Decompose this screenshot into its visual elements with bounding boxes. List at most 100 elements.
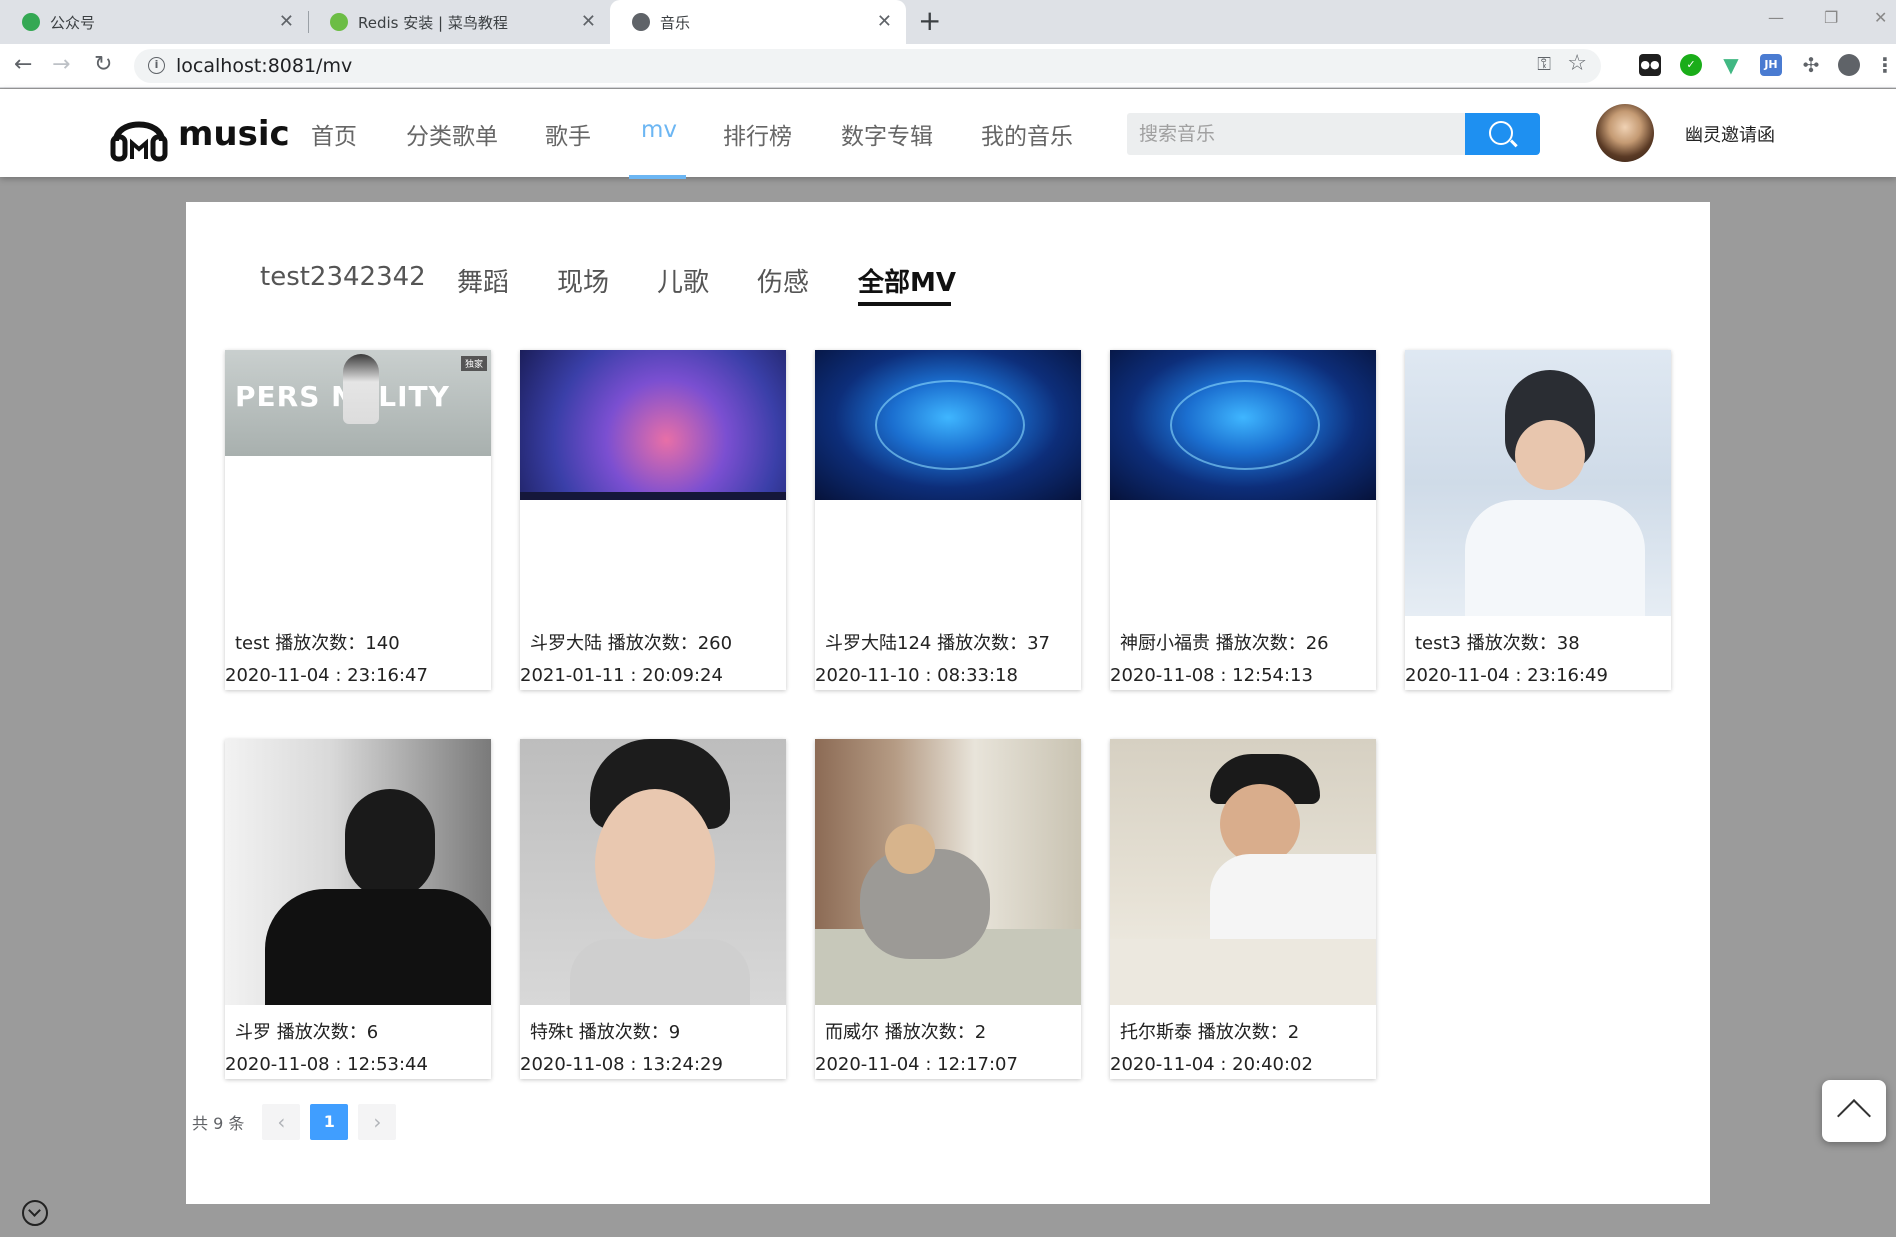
pagination: 共 9 条 ‹ 1 ›: [192, 1104, 406, 1140]
close-tab-icon[interactable]: ✕: [877, 11, 892, 32]
mv-title[interactable]: 斗罗 播放次数：6: [235, 1018, 378, 1044]
chevron-down-circle-icon[interactable]: [22, 1200, 48, 1226]
key-icon[interactable]: ⚿: [1537, 54, 1551, 75]
mv-thumbnail[interactable]: [1110, 350, 1376, 500]
new-tab-button[interactable]: +: [918, 6, 941, 36]
nav-playlists[interactable]: 分类歌单: [406, 117, 498, 151]
user-name[interactable]: 幽灵邀请函: [1685, 121, 1775, 147]
jh-icon[interactable]: JH: [1760, 54, 1782, 76]
close-tab-icon[interactable]: ✕: [581, 11, 596, 32]
globe-icon: [632, 13, 650, 31]
mv-title[interactable]: test 播放次数：140: [235, 629, 400, 655]
nav-digital-albums[interactable]: 数字专辑: [841, 117, 933, 151]
mv-thumbnail[interactable]: [815, 739, 1081, 1005]
mv-card[interactable]: 斗罗 播放次数：6 2020-11-08 : 12:53:44: [225, 739, 491, 1079]
nav-mv[interactable]: mv: [641, 117, 677, 143]
category-tab-live[interactable]: 现场: [557, 262, 609, 299]
nav-home[interactable]: 首页: [311, 117, 357, 151]
mv-card[interactable]: test3 播放次数：38 2020-11-04 : 23:16:49: [1405, 350, 1671, 690]
mv-date: 2020-11-04 : 23:16:49: [1405, 665, 1608, 686]
browser-tab-music[interactable]: 音乐 ✕: [610, 0, 906, 44]
pagination-total: 共 9 条: [192, 1114, 245, 1133]
user-avatar[interactable]: [1596, 104, 1654, 162]
runoob-favicon-icon: [330, 13, 348, 31]
mv-date: 2020-11-08 : 12:53:44: [225, 1054, 428, 1075]
mv-thumbnail[interactable]: PERS NALITY 独家: [225, 350, 491, 456]
tab-title: 音乐: [660, 13, 691, 32]
mv-thumbnail[interactable]: [1405, 350, 1671, 616]
tampermonkey-icon[interactable]: ●●: [1639, 54, 1661, 76]
browser-tab-gongzhonghao[interactable]: 公众号 ✕: [0, 0, 309, 44]
mv-date: 2021-01-11 : 20:09:24: [520, 665, 723, 686]
wechat-favicon-icon: [22, 13, 40, 31]
category-tab-test2342342[interactable]: test2342342: [260, 262, 426, 292]
mv-thumbnail[interactable]: [1110, 739, 1376, 1005]
mv-title[interactable]: 斗罗大陆124 播放次数：37: [825, 629, 1050, 655]
site-header: music 首页 分类歌单 歌手 mv 排行榜 数字专辑 我的音乐 幽灵邀请函: [0, 89, 1896, 179]
mv-thumbnail[interactable]: [520, 739, 786, 1005]
close-window-icon[interactable]: ✕: [1874, 8, 1887, 27]
mv-thumbnail[interactable]: [520, 350, 786, 500]
mv-panel: test2342342 舞蹈 现场 儿歌 伤感 全部MV PERS NALITY…: [186, 202, 1710, 1204]
mv-date: 2020-11-08 : 12:54:13: [1110, 665, 1313, 686]
tab-title: 公众号: [50, 13, 96, 32]
reload-icon[interactable]: ↻: [94, 52, 112, 78]
mv-date: 2020-11-10 : 08:33:18: [815, 665, 1018, 686]
extensions-puzzle-icon[interactable]: ✣: [1800, 54, 1822, 76]
forward-arrow-icon[interactable]: →: [52, 52, 70, 78]
prev-page-button[interactable]: ‹: [262, 1104, 301, 1140]
url-text[interactable]: localhost:8081/mv: [176, 55, 352, 77]
search-input[interactable]: [1127, 113, 1465, 155]
mv-date: 2020-11-04 : 20:40:02: [1110, 1054, 1313, 1075]
search-button[interactable]: [1465, 113, 1540, 155]
vpn-icon[interactable]: ✓: [1680, 54, 1702, 76]
bookmark-star-icon[interactable]: ☆: [1567, 51, 1587, 76]
nav-singers[interactable]: 歌手: [545, 117, 591, 151]
browser-tab-redis[interactable]: Redis 安装 | 菜鸟教程 ✕: [308, 0, 610, 44]
page-number-button[interactable]: 1: [310, 1104, 349, 1140]
next-page-button[interactable]: ›: [358, 1104, 397, 1140]
vue-devtools-icon[interactable]: ▼: [1720, 54, 1742, 76]
browser-toolbar: ← → ↻ i localhost:8081/mv ⚿ ☆ ●● ✓ ▼ JH …: [0, 44, 1896, 88]
category-tab-dance[interactable]: 舞蹈: [457, 262, 509, 299]
logo-text: music: [178, 114, 290, 154]
close-tab-icon[interactable]: ✕: [279, 11, 294, 32]
mv-title[interactable]: 托尔斯泰 播放次数：2: [1120, 1018, 1299, 1044]
profile-icon[interactable]: [1838, 54, 1860, 76]
nav-active-indicator: [629, 175, 686, 179]
site-logo[interactable]: music: [108, 103, 290, 165]
mv-title[interactable]: 斗罗大陆 播放次数：260: [530, 629, 732, 655]
category-active-indicator: [858, 302, 951, 306]
mv-card[interactable]: 斗罗大陆124 播放次数：37 2020-11-10 : 08:33:18: [815, 350, 1081, 690]
mv-title[interactable]: 而威尔 播放次数：2: [825, 1018, 986, 1044]
menu-kebab-icon[interactable]: ⋮: [1874, 54, 1896, 76]
site-info-icon[interactable]: i: [148, 57, 165, 74]
mv-card[interactable]: 斗罗大陆 播放次数：260 2021-01-11 : 20:09:24: [520, 350, 786, 690]
mv-thumbnail[interactable]: [225, 739, 491, 1005]
mv-title[interactable]: test3 播放次数：38: [1415, 629, 1580, 655]
mv-title[interactable]: 特殊t 播放次数：9: [530, 1018, 680, 1044]
headphones-icon: [110, 121, 168, 162]
exclusive-badge: 独家: [460, 356, 487, 371]
mv-card[interactable]: PERS NALITY 独家 test 播放次数：140 2020-11-04 …: [225, 350, 491, 690]
tab-title: Redis 安装 | 菜鸟教程: [358, 13, 508, 32]
category-tab-sad[interactable]: 伤感: [757, 262, 809, 299]
nav-my-music[interactable]: 我的音乐: [981, 117, 1073, 151]
nav-charts[interactable]: 排行榜: [723, 117, 792, 151]
back-to-top-button[interactable]: [1822, 1080, 1886, 1142]
restore-icon[interactable]: ❐: [1824, 8, 1838, 27]
mv-card[interactable]: 特殊t 播放次数：9 2020-11-08 : 13:24:29: [520, 739, 786, 1079]
mv-card[interactable]: 神厨小福贵 播放次数：26 2020-11-08 : 12:54:13: [1110, 350, 1376, 690]
mv-date: 2020-11-08 : 13:24:29: [520, 1054, 723, 1075]
category-tab-children[interactable]: 儿歌: [657, 262, 709, 299]
minimize-icon[interactable]: —: [1768, 8, 1784, 27]
mv-card[interactable]: 而威尔 播放次数：2 2020-11-04 : 12:17:07: [815, 739, 1081, 1079]
mv-thumbnail[interactable]: [815, 350, 1081, 500]
mv-card[interactable]: 托尔斯泰 播放次数：2 2020-11-04 : 20:40:02: [1110, 739, 1376, 1079]
mv-title[interactable]: 神厨小福贵 播放次数：26: [1120, 629, 1329, 655]
address-bar[interactable]: i localhost:8081/mv ⚿ ☆: [134, 49, 1601, 83]
back-arrow-icon[interactable]: ←: [14, 52, 32, 78]
category-tab-all-mv[interactable]: 全部MV: [858, 262, 956, 299]
browser-tab-bar: 公众号 ✕ Redis 安装 | 菜鸟教程 ✕ 音乐 ✕ + — ❐ ✕: [0, 0, 1896, 44]
mv-date: 2020-11-04 : 12:17:07: [815, 1054, 1018, 1075]
